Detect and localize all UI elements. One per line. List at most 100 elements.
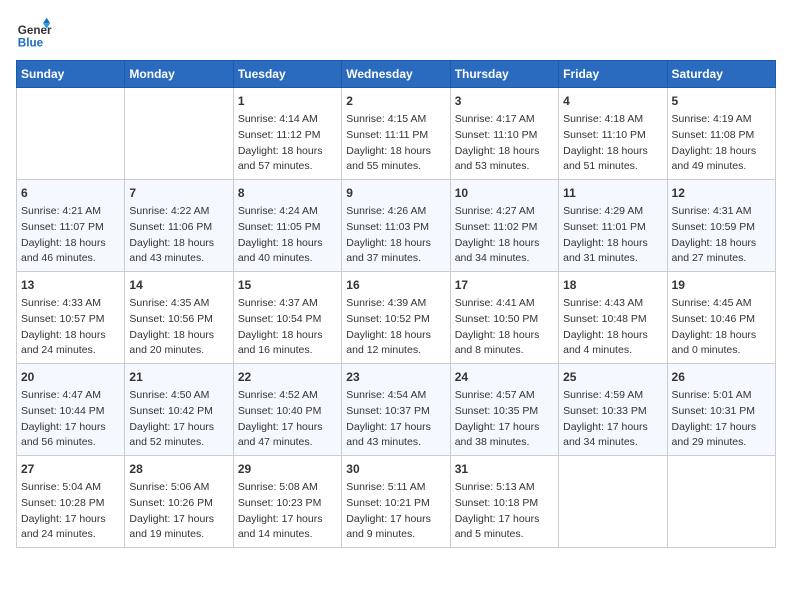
weekday-header: Thursday: [450, 61, 558, 88]
calendar-day-cell: 12Sunrise: 4:31 AMSunset: 10:59 PMDaylig…: [667, 180, 775, 272]
day-number: 29: [238, 460, 337, 478]
calendar-day-cell: 23Sunrise: 4:54 AMSunset: 10:37 PMDaylig…: [342, 364, 450, 456]
day-info: Sunrise: 5:11 AM: [346, 480, 445, 496]
day-info: Daylight: 17 hours: [238, 420, 337, 436]
day-info: and 52 minutes.: [129, 435, 228, 451]
day-number: 18: [563, 276, 662, 294]
day-number: 10: [455, 184, 554, 202]
day-info: Sunset: 11:11 PM: [346, 128, 445, 144]
day-number: 9: [346, 184, 445, 202]
calendar-day-cell: 3Sunrise: 4:17 AMSunset: 11:10 PMDayligh…: [450, 88, 558, 180]
day-number: 19: [672, 276, 771, 294]
day-number: 16: [346, 276, 445, 294]
day-number: 8: [238, 184, 337, 202]
day-info: and 34 minutes.: [455, 251, 554, 267]
calendar-week-row: 13Sunrise: 4:33 AMSunset: 10:57 PMDaylig…: [17, 272, 776, 364]
day-info: Sunrise: 4:37 AM: [238, 296, 337, 312]
day-info: Sunrise: 4:15 AM: [346, 112, 445, 128]
day-info: and 51 minutes.: [563, 159, 662, 175]
calendar-day-cell: 30Sunrise: 5:11 AMSunset: 10:21 PMDaylig…: [342, 456, 450, 548]
day-info: and 53 minutes.: [455, 159, 554, 175]
day-info: Sunset: 11:05 PM: [238, 220, 337, 236]
day-number: 21: [129, 368, 228, 386]
day-info: and 4 minutes.: [563, 343, 662, 359]
day-info: Daylight: 18 hours: [455, 236, 554, 252]
calendar-day-cell: 11Sunrise: 4:29 AMSunset: 11:01 PMDaylig…: [559, 180, 667, 272]
day-info: and 34 minutes.: [563, 435, 662, 451]
day-number: 22: [238, 368, 337, 386]
day-info: and 38 minutes.: [455, 435, 554, 451]
weekday-header: Friday: [559, 61, 667, 88]
calendar-day-cell: 2 Sunrise: 4:15 AMSunset: 11:11 PMDayligh…: [342, 88, 450, 180]
weekday-header: Tuesday: [233, 61, 341, 88]
day-info: and 37 minutes.: [346, 251, 445, 267]
day-info: and 55 minutes.: [346, 159, 445, 175]
day-info: and 20 minutes.: [129, 343, 228, 359]
day-info: Sunset: 10:48 PM: [563, 312, 662, 328]
day-info: Sunrise: 4:43 AM: [563, 296, 662, 312]
day-info: and 16 minutes.: [238, 343, 337, 359]
day-info: Sunrise: 4:52 AM: [238, 388, 337, 404]
calendar-day-cell: 27Sunrise: 5:04 AMSunset: 10:28 PMDaylig…: [17, 456, 125, 548]
day-info: Daylight: 18 hours: [238, 236, 337, 252]
day-info: Sunrise: 4:35 AM: [129, 296, 228, 312]
calendar-day-cell: 25Sunrise: 4:59 AMSunset: 10:33 PMDaylig…: [559, 364, 667, 456]
calendar-day-cell: [559, 456, 667, 548]
day-info: Sunrise: 4:26 AM: [346, 204, 445, 220]
day-info: and 8 minutes.: [455, 343, 554, 359]
calendar-day-cell: 20Sunrise: 4:47 AMSunset: 10:44 PMDaylig…: [17, 364, 125, 456]
day-info: Sunset: 10:57 PM: [21, 312, 120, 328]
day-number: 17: [455, 276, 554, 294]
day-info: Sunset: 10:18 PM: [455, 496, 554, 512]
day-info: Daylight: 18 hours: [238, 328, 337, 344]
calendar-day-cell: 7Sunrise: 4:22 AMSunset: 11:06 PMDayligh…: [125, 180, 233, 272]
day-info: and 29 minutes.: [672, 435, 771, 451]
calendar-day-cell: 24Sunrise: 4:57 AMSunset: 10:35 PMDaylig…: [450, 364, 558, 456]
day-number: 13: [21, 276, 120, 294]
day-info: Sunrise: 4:29 AM: [563, 204, 662, 220]
day-info: and 12 minutes.: [346, 343, 445, 359]
day-info: and 27 minutes.: [672, 251, 771, 267]
day-info: and 31 minutes.: [563, 251, 662, 267]
calendar-table: SundayMondayTuesdayWednesdayThursdayFrid…: [16, 60, 776, 548]
calendar-week-row: 27Sunrise: 5:04 AMSunset: 10:28 PMDaylig…: [17, 456, 776, 548]
weekday-header: Wednesday: [342, 61, 450, 88]
day-info: Sunset: 11:12 PM: [238, 128, 337, 144]
day-number: 2: [346, 92, 445, 110]
day-info: Sunset: 10:23 PM: [238, 496, 337, 512]
calendar-week-row: 6Sunrise: 4:21 AMSunset: 11:07 PMDayligh…: [17, 180, 776, 272]
day-info: Daylight: 17 hours: [455, 420, 554, 436]
day-info: Sunset: 10:56 PM: [129, 312, 228, 328]
day-info: Daylight: 18 hours: [455, 328, 554, 344]
day-number: 20: [21, 368, 120, 386]
day-info: Daylight: 18 hours: [346, 328, 445, 344]
day-info: Daylight: 17 hours: [238, 512, 337, 528]
day-number: 31: [455, 460, 554, 478]
day-info: Sunset: 10:31 PM: [672, 404, 771, 420]
day-info: Sunset: 10:37 PM: [346, 404, 445, 420]
calendar-week-row: 20Sunrise: 4:47 AMSunset: 10:44 PMDaylig…: [17, 364, 776, 456]
calendar-day-cell: 14Sunrise: 4:35 AMSunset: 10:56 PMDaylig…: [125, 272, 233, 364]
day-info: and 14 minutes.: [238, 527, 337, 543]
day-info: Sunset: 10:59 PM: [672, 220, 771, 236]
day-info: Sunset: 11:10 PM: [455, 128, 554, 144]
day-info: Sunset: 11:06 PM: [129, 220, 228, 236]
day-number: 1: [238, 92, 337, 110]
calendar-day-cell: 4Sunrise: 4:18 AMSunset: 11:10 PMDayligh…: [559, 88, 667, 180]
day-number: 3: [455, 92, 554, 110]
day-info: and 57 minutes.: [238, 159, 337, 175]
day-info: Daylight: 18 hours: [346, 144, 445, 160]
day-info: Sunrise: 5:13 AM: [455, 480, 554, 496]
day-info: and 40 minutes.: [238, 251, 337, 267]
day-info: Sunset: 11:10 PM: [563, 128, 662, 144]
day-info: Sunrise: 4:18 AM: [563, 112, 662, 128]
day-info: Sunset: 10:46 PM: [672, 312, 771, 328]
day-info: Sunrise: 4:50 AM: [129, 388, 228, 404]
calendar-day-cell: [125, 88, 233, 180]
calendar-header-row: SundayMondayTuesdayWednesdayThursdayFrid…: [17, 61, 776, 88]
svg-text:Blue: Blue: [18, 37, 44, 50]
weekday-header: Monday: [125, 61, 233, 88]
day-info: Sunrise: 5:01 AM: [672, 388, 771, 404]
day-info: Daylight: 17 hours: [21, 420, 120, 436]
day-info: Sunset: 11:03 PM: [346, 220, 445, 236]
